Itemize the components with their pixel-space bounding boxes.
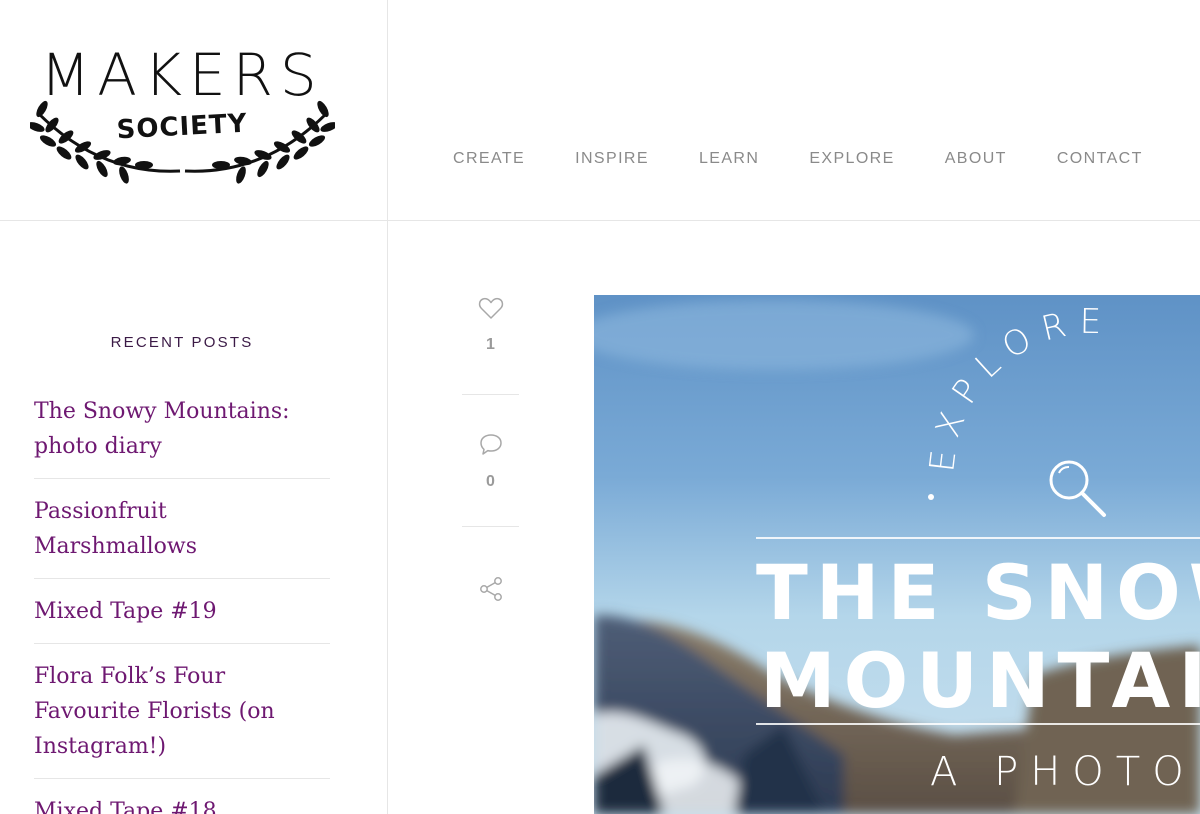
title-rule-bottom — [756, 723, 1200, 725]
laurel-wreath-icon: MAKERS SOCIETY — [30, 41, 335, 184]
nav-item-contact[interactable]: CONTACT — [1057, 150, 1143, 168]
list-item: The Snowy Mountains: photo diary — [34, 394, 330, 479]
featured-overline: EXPLORE — [922, 302, 1101, 474]
comment-count: 0 — [486, 473, 495, 490]
list-item: Flora Folk’s Four Favourite Florists (on… — [34, 644, 330, 779]
recent-post-link[interactable]: The Snowy Mountains: photo diary — [34, 394, 330, 478]
svg-text:EXPLORE: EXPLORE — [922, 302, 1113, 474]
share-button[interactable] — [462, 526, 519, 606]
featured-title-line-1: THE SNOWY — [756, 548, 1200, 637]
like-button[interactable]: 1 — [462, 290, 519, 394]
decorative-dot — [928, 494, 934, 500]
nav-item-inspire[interactable]: INSPIRE — [575, 150, 649, 168]
header-divider — [0, 220, 1200, 221]
main-navigation: CREATE INSPIRE LEARN EXPLORE ABOUT CONTA… — [453, 150, 1143, 168]
magnifier-icon — [1049, 460, 1106, 517]
logo-subtitle: SOCIETY — [116, 109, 248, 146]
featured-image[interactable]: EXPLORE THE SNOWY MOUNTAINS A PHOTO DIAR… — [594, 295, 1200, 814]
nav-item-create[interactable]: CREATE — [453, 150, 525, 168]
heart-icon — [478, 297, 503, 319]
list-item: Mixed Tape #18 — [34, 779, 330, 814]
recent-posts-heading: RECENT POSTS — [110, 334, 254, 351]
site-logo[interactable]: MAKERS SOCIETY — [30, 35, 335, 185]
featured-image-overlay: EXPLORE THE SNOWY MOUNTAINS A PHOTO DIAR… — [594, 295, 1200, 814]
column-divider — [387, 0, 388, 814]
nav-item-learn[interactable]: LEARN — [699, 150, 759, 168]
post-actions: 1 0 — [462, 290, 519, 606]
recent-post-link[interactable]: Mixed Tape #18 — [34, 779, 330, 814]
list-item: Passionfruit Marshmallows — [34, 479, 330, 579]
list-item: Mixed Tape #19 — [34, 579, 330, 644]
recent-post-link[interactable]: Mixed Tape #19 — [34, 579, 330, 643]
comment-button[interactable]: 0 — [462, 394, 519, 526]
recent-post-link[interactable]: Flora Folk’s Four Favourite Florists (on… — [34, 644, 330, 778]
recent-post-link[interactable]: Passionfruit Marshmallows — [34, 479, 330, 578]
title-rule-top — [756, 537, 1200, 539]
like-count: 1 — [486, 336, 495, 353]
nav-item-explore[interactable]: EXPLORE — [809, 150, 894, 168]
recent-posts-list: The Snowy Mountains: photo diary Passion… — [34, 394, 330, 814]
logo-title: MAKERS — [40, 41, 324, 109]
featured-title-line-2: MOUNTAINS — [760, 636, 1200, 725]
speech-bubble-icon — [479, 434, 502, 455]
share-icon — [479, 577, 502, 601]
nav-item-about[interactable]: ABOUT — [945, 150, 1007, 168]
featured-subtitle: A PHOTO DIARY — [930, 749, 1200, 795]
